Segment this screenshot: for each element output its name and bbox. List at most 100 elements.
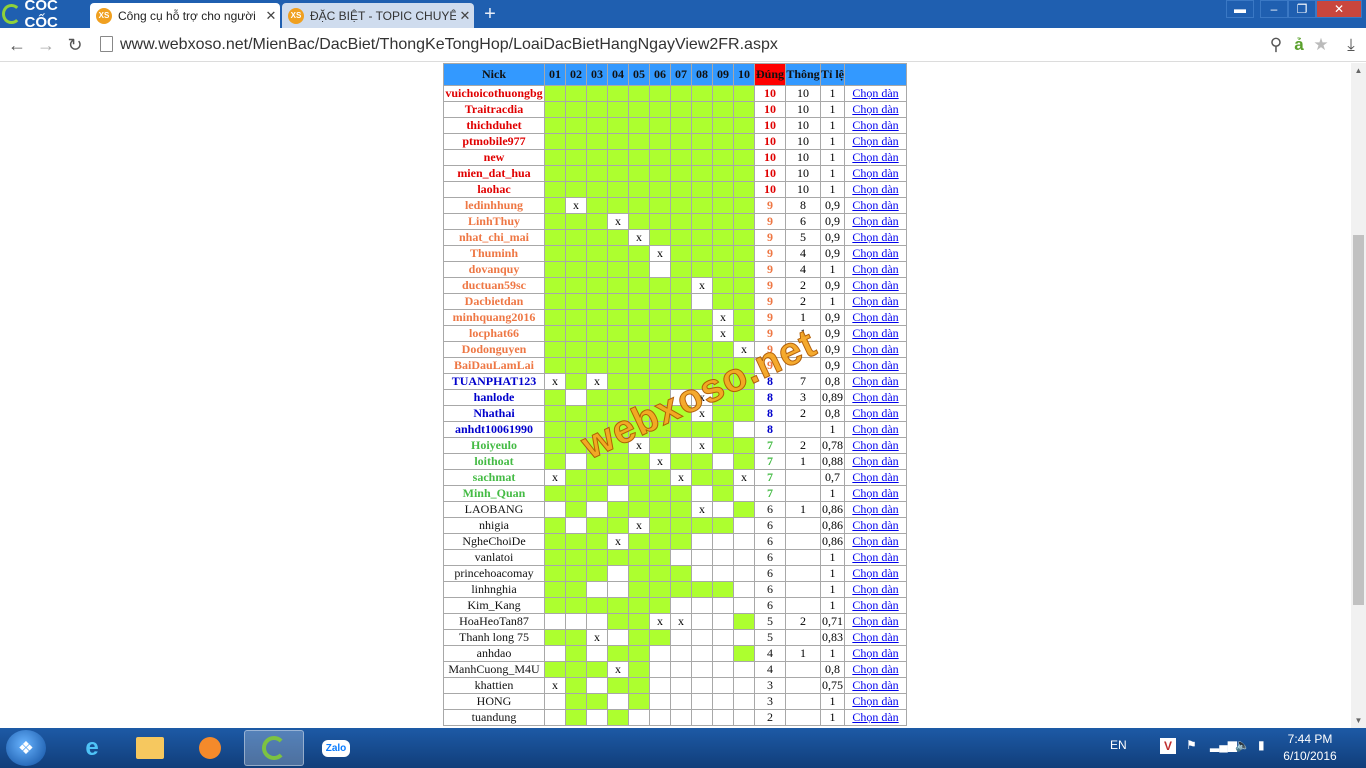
chon-dan-link[interactable]: Chọn dàn [844, 581, 907, 598]
system-clock[interactable]: 7:44 PM 6/10/2016 [1274, 731, 1346, 765]
xs-favicon-icon: XS [288, 7, 304, 24]
chon-dan-link[interactable]: Chọn dàn [844, 309, 907, 326]
hit-cell [649, 629, 671, 646]
chon-dan-link[interactable]: Chọn dàn [844, 85, 907, 102]
internet-explorer-icon[interactable]: e [62, 730, 122, 766]
hit-cell [628, 245, 650, 262]
window-close-icon[interactable]: ✕ [1316, 0, 1362, 18]
coccoc-browser-icon[interactable] [244, 730, 304, 766]
chon-dan-link[interactable]: Chọn dàn [844, 149, 907, 166]
start-button[interactable]: ❖ [6, 730, 46, 766]
zalo-app-icon[interactable]: Zalo [306, 730, 366, 766]
hit-cell [649, 469, 671, 486]
new-tab-plus-icon[interactable]: + [480, 4, 500, 24]
minimize-icon[interactable]: – [1260, 0, 1288, 18]
chon-dan-link[interactable]: Chọn dàn [844, 389, 907, 406]
tile-cell: 0,83 [820, 629, 845, 646]
forward-arrow-icon[interactable]: → [35, 34, 57, 56]
chon-dan-link[interactable]: Chọn dàn [844, 373, 907, 390]
vietnamese-input-icon[interactable]: ả [1288, 34, 1310, 56]
nick-cell: Minh_Quan [443, 485, 545, 502]
dung-cell: 7 [754, 485, 786, 502]
scroll-up-icon[interactable]: ▲ [1351, 63, 1366, 78]
chon-dan-link[interactable]: Chọn dàn [844, 117, 907, 134]
chon-dan-link[interactable]: Chọn dàn [844, 341, 907, 358]
chon-dan-link[interactable]: Chọn dàn [844, 261, 907, 278]
nick-cell: ledinhhung [443, 197, 545, 214]
tab-active[interactable]: XS Công cụ hỗ trợ cho người ✕ [90, 3, 280, 28]
chon-dan-link[interactable]: Chọn dàn [844, 597, 907, 614]
user-menu-icon[interactable]: ▬ [1226, 0, 1254, 18]
chon-dan-link[interactable]: Chọn dàn [844, 405, 907, 422]
hit-cell [607, 165, 629, 182]
thong-cell [785, 581, 821, 598]
file-explorer-icon[interactable] [120, 730, 180, 766]
bookmark-star-icon[interactable]: ★ [1310, 34, 1332, 56]
chon-dan-link[interactable]: Chọn dàn [844, 549, 907, 566]
chon-dan-link[interactable]: Chọn dàn [844, 165, 907, 182]
tab-inactive[interactable]: XS ĐẶC BIỆT - TOPIC CHUYÊN ✕ [282, 3, 474, 28]
miss-mark-cell: x [649, 245, 671, 262]
media-player-icon[interactable] [180, 730, 240, 766]
chon-dan-link[interactable]: Chọn dàn [844, 629, 907, 646]
nick-cell: ManhCuong_M4U [443, 661, 545, 678]
hit-cell [586, 261, 608, 278]
hit-cell [607, 261, 629, 278]
chon-dan-link[interactable]: Chọn dàn [844, 565, 907, 582]
volume-icon[interactable]: 🔈 [1235, 738, 1250, 752]
chon-dan-link[interactable]: Chọn dàn [844, 197, 907, 214]
scrollbar-thumb[interactable] [1353, 235, 1364, 605]
thong-cell [785, 421, 821, 438]
hit-cell [628, 677, 650, 694]
chon-dan-link[interactable]: Chọn dàn [844, 293, 907, 310]
close-tab-icon[interactable]: ✕ [262, 8, 280, 24]
miss-mark-cell: x [544, 677, 566, 694]
vertical-scrollbar[interactable]: ▲ ▼ [1351, 63, 1366, 728]
action-center-flag-icon[interactable]: ⚑ [1186, 738, 1197, 752]
browser-logo[interactable]: CỐC CỐC [2, 0, 88, 31]
chon-dan-link[interactable]: Chọn dàn [844, 453, 907, 470]
chon-dan-link[interactable]: Chọn dàn [844, 213, 907, 230]
chon-dan-link[interactable]: Chọn dàn [844, 693, 907, 710]
scroll-down-icon[interactable]: ▼ [1351, 713, 1366, 728]
chon-dan-link[interactable]: Chọn dàn [844, 533, 907, 550]
unikey-icon[interactable]: V [1160, 738, 1176, 754]
hit-cell [607, 133, 629, 150]
reload-icon[interactable]: ↻ [64, 34, 86, 56]
chon-dan-link[interactable]: Chọn dàn [844, 325, 907, 342]
language-indicator[interactable]: EN [1110, 738, 1127, 752]
empty-cell [733, 485, 755, 502]
chon-dan-link[interactable]: Chọn dàn [844, 469, 907, 486]
chon-dan-link[interactable]: Chọn dàn [844, 277, 907, 294]
tile-cell: 1 [820, 149, 845, 166]
chon-dan-link[interactable]: Chọn dàn [844, 485, 907, 502]
back-arrow-icon[interactable]: ← [6, 34, 28, 56]
chon-dan-link[interactable]: Chọn dàn [844, 709, 907, 726]
network-signal-icon[interactable]: ▂▄▆ [1210, 738, 1237, 752]
chon-dan-link[interactable]: Chọn dàn [844, 501, 907, 518]
restore-icon[interactable]: ❐ [1288, 0, 1316, 18]
chon-dan-link[interactable]: Chọn dàn [844, 661, 907, 678]
chon-dan-link[interactable]: Chọn dàn [844, 517, 907, 534]
dung-cell: 9 [754, 277, 786, 294]
chon-dan-link[interactable]: Chọn dàn [844, 357, 907, 374]
chon-dan-link[interactable]: Chọn dàn [844, 613, 907, 630]
chon-dan-link[interactable]: Chọn dàn [844, 421, 907, 438]
chon-dan-link[interactable]: Chọn dàn [844, 677, 907, 694]
zoom-search-icon[interactable]: ⚲ [1265, 34, 1287, 56]
chon-dan-link[interactable]: Chọn dàn [844, 181, 907, 198]
hit-cell [649, 213, 671, 230]
hit-cell [544, 629, 566, 646]
close-tab-icon[interactable]: ✕ [456, 8, 474, 24]
chon-dan-link[interactable]: Chọn dàn [844, 101, 907, 118]
chon-dan-link[interactable]: Chọn dàn [844, 229, 907, 246]
chon-dan-link[interactable]: Chọn dàn [844, 437, 907, 454]
chon-dan-link[interactable]: Chọn dàn [844, 133, 907, 150]
battery-icon[interactable]: ▮ [1258, 738, 1265, 752]
chon-dan-link[interactable]: Chọn dàn [844, 245, 907, 262]
empty-cell [691, 613, 713, 630]
download-icon[interactable]: ⤓ [1340, 34, 1362, 56]
hit-cell [670, 197, 692, 214]
url-text[interactable]: www.webxoso.net/MienBac/DacBiet/ThongKeT… [120, 36, 778, 54]
chon-dan-link[interactable]: Chọn dàn [844, 645, 907, 662]
